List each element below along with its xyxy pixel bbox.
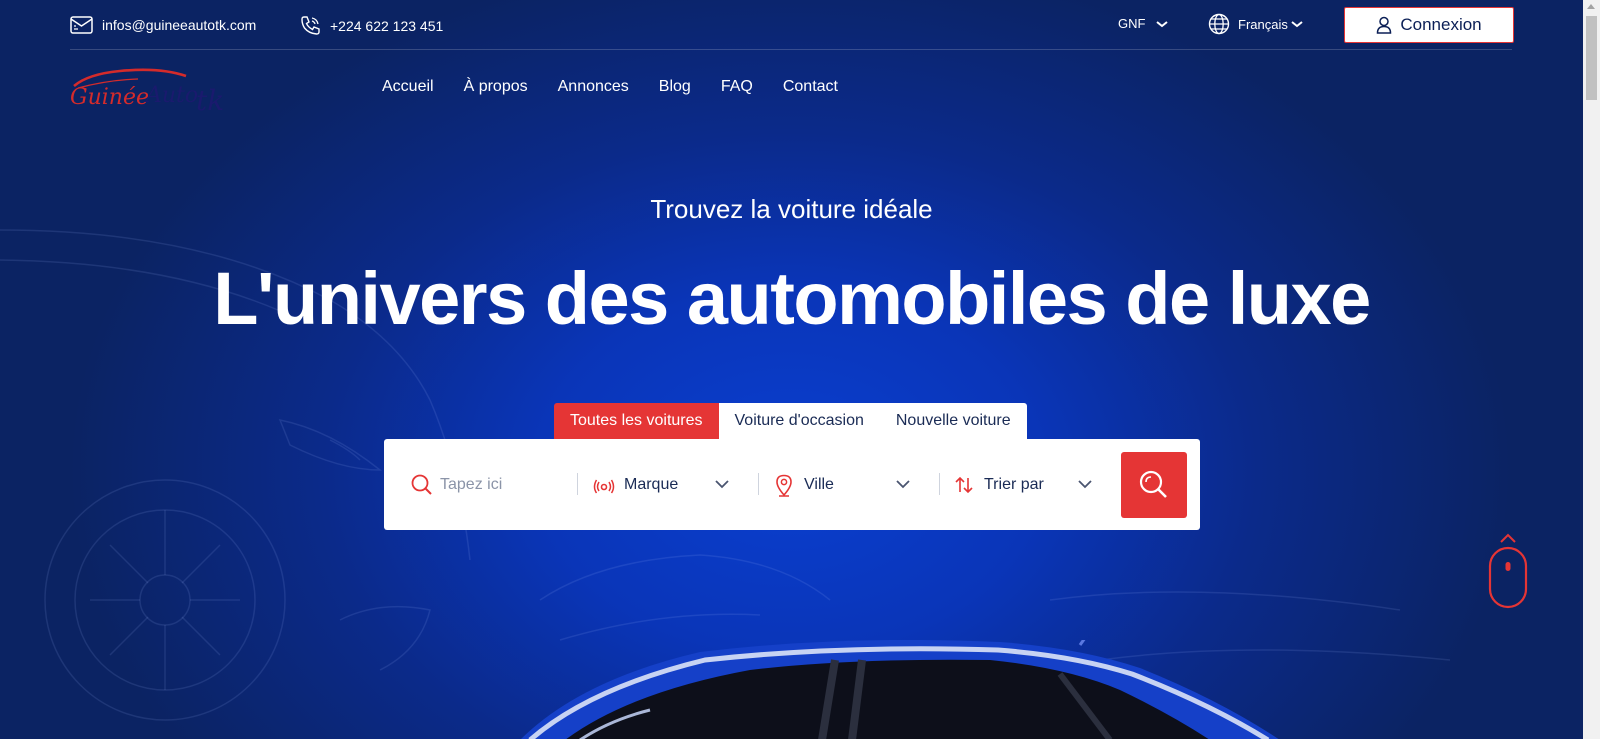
phone-text: +224 622 123 451 [330, 17, 444, 34]
login-label: Connexion [1400, 15, 1482, 34]
location-pin-icon [776, 474, 792, 497]
tab-new-cars[interactable]: Nouvelle voiture [879, 403, 1027, 439]
user-icon [1377, 16, 1392, 34]
field-divider [939, 473, 940, 495]
email-text: infos@guineeautotk.com [102, 17, 257, 33]
search-panel: Marque Ville Trier par [384, 439, 1200, 530]
chevron-down-icon [1291, 21, 1303, 28]
brand-label: Marque [624, 476, 679, 493]
chevron-down-icon [1156, 20, 1169, 27]
signal-icon [593, 479, 615, 494]
search-icon [411, 474, 432, 495]
chevron-down-icon [896, 480, 910, 489]
search-input[interactable] [440, 476, 570, 494]
logo-word-1: Guinée [70, 85, 149, 110]
search-button[interactable] [1121, 452, 1187, 518]
scrollbar-thumb[interactable] [1586, 16, 1597, 100]
main-nav: Accueil À propos Annonces Blog FAQ Conta… [382, 78, 868, 96]
search-icon [1139, 470, 1167, 498]
logo-word-2: Auto [144, 83, 198, 108]
hero-subtitle: Trouvez la voiture idéale [650, 194, 933, 224]
city-label: Ville [804, 476, 834, 493]
keyword-field[interactable] [410, 471, 570, 499]
scroll-up-arrow[interactable] [1587, 4, 1595, 9]
background-car-sketch [0, 229, 1451, 721]
nav-item-contact[interactable]: Contact [783, 78, 838, 96]
page: infos@guineeautotk.com +224 622 123 451 … [0, 0, 1583, 739]
hero-headline: L'univers des automobiles de luxe [213, 257, 1371, 340]
language-selector[interactable]: Français [1208, 13, 1304, 35]
login-button[interactable]: Connexion [1344, 7, 1514, 43]
top-bar: infos@guineeautotk.com +224 622 123 451 … [70, 0, 1514, 50]
nav-item-annonces[interactable]: Annonces [558, 78, 629, 96]
chevron-down-icon [715, 480, 729, 489]
contact-phone[interactable]: +224 622 123 451 [300, 15, 443, 36]
city-select[interactable]: Ville [774, 471, 834, 499]
mouse-scroll-icon[interactable] [1488, 530, 1528, 610]
sort-arrows-icon [955, 476, 973, 494]
nav-item-accueil[interactable]: Accueil [382, 78, 434, 96]
language-label: Français [1238, 16, 1288, 32]
field-divider [758, 473, 759, 495]
email-icon [70, 16, 93, 34]
tab-used-cars[interactable]: Voiture d'occasion [718, 403, 880, 439]
globe-icon [1208, 13, 1230, 35]
phone-icon [301, 16, 320, 35]
currency-label: GNF [1118, 16, 1146, 31]
car-image [521, 640, 1279, 739]
tab-all-cars[interactable]: Toutes les voitures [554, 403, 719, 439]
nav-item-a-propos[interactable]: À propos [464, 78, 528, 96]
currency-selector[interactable]: GNF [1118, 16, 1169, 31]
chevron-down-icon [1078, 480, 1092, 489]
brand-select[interactable]: Marque [593, 471, 678, 499]
sort-select[interactable]: Trier par [954, 471, 1044, 499]
nav-item-blog[interactable]: Blog [659, 78, 691, 96]
page-scrollbar[interactable] [1583, 0, 1600, 739]
logo-word-3: tk [196, 84, 224, 116]
sort-label: Trier par [984, 476, 1044, 493]
search-tabs: Toutes les voitures Voiture d'occasion N… [554, 403, 1027, 439]
site-logo[interactable]: Guinée Auto tk [68, 64, 228, 116]
field-divider [577, 473, 578, 495]
contact-email[interactable]: infos@guineeautotk.com [70, 15, 256, 35]
nav-item-faq[interactable]: FAQ [721, 78, 753, 96]
